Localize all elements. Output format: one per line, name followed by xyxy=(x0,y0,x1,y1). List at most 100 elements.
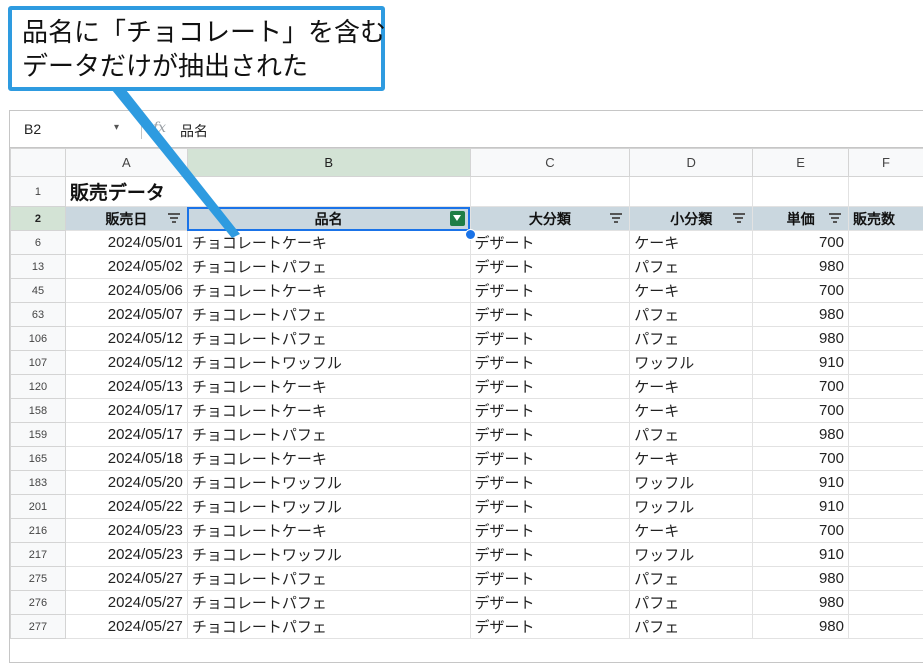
subcategory-cell[interactable]: パフェ xyxy=(629,326,754,351)
row-header[interactable]: 45 xyxy=(10,278,66,303)
price-cell[interactable]: 700 xyxy=(752,398,849,423)
row-header[interactable]: 159 xyxy=(10,422,66,447)
product-name-cell[interactable]: チョコレートケーキ xyxy=(186,518,471,543)
quantity-cell[interactable] xyxy=(848,446,923,471)
subcategory-cell[interactable]: ワッフル xyxy=(629,542,754,567)
subcategory-cell[interactable]: パフェ xyxy=(629,590,754,615)
empty-cell[interactable] xyxy=(629,176,754,207)
product-name-cell[interactable]: チョコレートケーキ xyxy=(186,398,471,423)
row-header[interactable]: 276 xyxy=(10,590,66,615)
price-cell[interactable]: 980 xyxy=(752,302,849,327)
product-name-cell[interactable]: チョコレートケーキ xyxy=(186,278,471,303)
sheet-title-cell[interactable]: 販売データ xyxy=(64,176,471,207)
header-cell-sub-category[interactable]: 小分類 xyxy=(629,206,754,231)
selection-fill-handle[interactable] xyxy=(465,229,476,240)
row-header[interactable]: 217 xyxy=(10,542,66,567)
date-cell[interactable]: 2024/05/02 xyxy=(64,254,188,279)
product-name-cell[interactable]: チョコレートワッフル xyxy=(186,470,471,495)
price-cell[interactable]: 910 xyxy=(752,494,849,519)
category-cell[interactable]: デザート xyxy=(469,398,631,423)
quantity-cell[interactable] xyxy=(848,590,923,615)
row-header[interactable]: 1 xyxy=(10,176,66,207)
name-box[interactable]: B2 xyxy=(24,121,41,137)
empty-cell[interactable] xyxy=(752,176,849,207)
quantity-cell[interactable] xyxy=(848,518,923,543)
category-cell[interactable]: デザート xyxy=(469,470,631,495)
subcategory-cell[interactable]: ワッフル xyxy=(629,494,754,519)
price-cell[interactable]: 700 xyxy=(752,278,849,303)
quantity-cell[interactable] xyxy=(848,614,923,639)
category-cell[interactable]: デザート xyxy=(469,446,631,471)
row-header[interactable]: 201 xyxy=(10,494,66,519)
category-cell[interactable]: デザート xyxy=(469,278,631,303)
row-header[interactable]: 2 xyxy=(10,206,66,231)
price-cell[interactable]: 700 xyxy=(752,518,849,543)
subcategory-cell[interactable]: ケーキ xyxy=(629,446,754,471)
product-name-cell[interactable]: チョコレートケーキ xyxy=(186,230,471,255)
date-cell[interactable]: 2024/05/13 xyxy=(64,374,188,399)
name-box-dropdown-icon[interactable]: ▾ xyxy=(114,122,119,133)
product-name-cell[interactable]: チョコレートパフェ xyxy=(186,566,471,591)
column-header-a[interactable]: A xyxy=(64,148,188,177)
date-cell[interactable]: 2024/05/06 xyxy=(64,278,188,303)
row-header[interactable]: 106 xyxy=(10,326,66,351)
quantity-cell[interactable] xyxy=(848,566,923,591)
date-cell[interactable]: 2024/05/27 xyxy=(64,590,188,615)
date-cell[interactable]: 2024/05/17 xyxy=(64,398,188,423)
date-cell[interactable]: 2024/05/22 xyxy=(64,494,188,519)
price-cell[interactable]: 700 xyxy=(752,446,849,471)
quantity-cell[interactable] xyxy=(848,542,923,567)
quantity-cell[interactable] xyxy=(848,422,923,447)
product-name-cell[interactable]: チョコレートパフェ xyxy=(186,422,471,447)
row-header[interactable]: 165 xyxy=(10,446,66,471)
subcategory-cell[interactable]: ワッフル xyxy=(629,470,754,495)
date-cell[interactable]: 2024/05/20 xyxy=(64,470,188,495)
price-cell[interactable]: 980 xyxy=(752,590,849,615)
select-all-corner[interactable] xyxy=(10,148,66,177)
price-cell[interactable]: 700 xyxy=(752,374,849,399)
date-cell[interactable]: 2024/05/17 xyxy=(64,422,188,447)
subcategory-cell[interactable]: ワッフル xyxy=(629,350,754,375)
date-cell[interactable]: 2024/05/27 xyxy=(64,566,188,591)
header-cell-sales-date[interactable]: 販売日 xyxy=(64,206,188,231)
category-cell[interactable]: デザート xyxy=(469,494,631,519)
quantity-cell[interactable] xyxy=(848,302,923,327)
filter-icon[interactable] xyxy=(829,213,841,223)
row-header[interactable]: 13 xyxy=(10,254,66,279)
product-name-cell[interactable]: チョコレートワッフル xyxy=(186,542,471,567)
product-name-cell[interactable]: チョコレートパフェ xyxy=(186,326,471,351)
row-header[interactable]: 216 xyxy=(10,518,66,543)
row-header[interactable]: 158 xyxy=(10,398,66,423)
price-cell[interactable]: 910 xyxy=(752,542,849,567)
category-cell[interactable]: デザート xyxy=(469,326,631,351)
category-cell[interactable]: デザート xyxy=(469,422,631,447)
quantity-cell[interactable] xyxy=(848,470,923,495)
date-cell[interactable]: 2024/05/27 xyxy=(64,614,188,639)
subcategory-cell[interactable]: ケーキ xyxy=(629,230,754,255)
filter-icon[interactable] xyxy=(733,213,746,223)
price-cell[interactable]: 980 xyxy=(752,422,849,447)
row-header[interactable]: 120 xyxy=(10,374,66,399)
subcategory-cell[interactable]: パフェ xyxy=(629,302,754,327)
quantity-cell[interactable] xyxy=(848,230,923,255)
subcategory-cell[interactable]: パフェ xyxy=(629,422,754,447)
product-name-cell[interactable]: チョコレートパフェ xyxy=(186,302,471,327)
product-name-cell[interactable]: チョコレートケーキ xyxy=(186,446,471,471)
quantity-cell[interactable] xyxy=(848,398,923,423)
product-name-cell[interactable]: チョコレートケーキ xyxy=(186,374,471,399)
subcategory-cell[interactable]: ケーキ xyxy=(629,398,754,423)
price-cell[interactable]: 980 xyxy=(752,614,849,639)
row-header[interactable]: 107 xyxy=(10,350,66,375)
quantity-cell[interactable] xyxy=(848,374,923,399)
quantity-cell[interactable] xyxy=(848,350,923,375)
quantity-cell[interactable] xyxy=(848,278,923,303)
date-cell[interactable]: 2024/05/18 xyxy=(64,446,188,471)
filter-icon[interactable] xyxy=(167,213,180,223)
price-cell[interactable]: 910 xyxy=(752,470,849,495)
row-header[interactable]: 63 xyxy=(10,302,66,327)
category-cell[interactable]: デザート xyxy=(469,590,631,615)
date-cell[interactable]: 2024/05/12 xyxy=(64,350,188,375)
category-cell[interactable]: デザート xyxy=(469,350,631,375)
date-cell[interactable]: 2024/05/23 xyxy=(64,542,188,567)
subcategory-cell[interactable]: パフェ xyxy=(629,254,754,279)
